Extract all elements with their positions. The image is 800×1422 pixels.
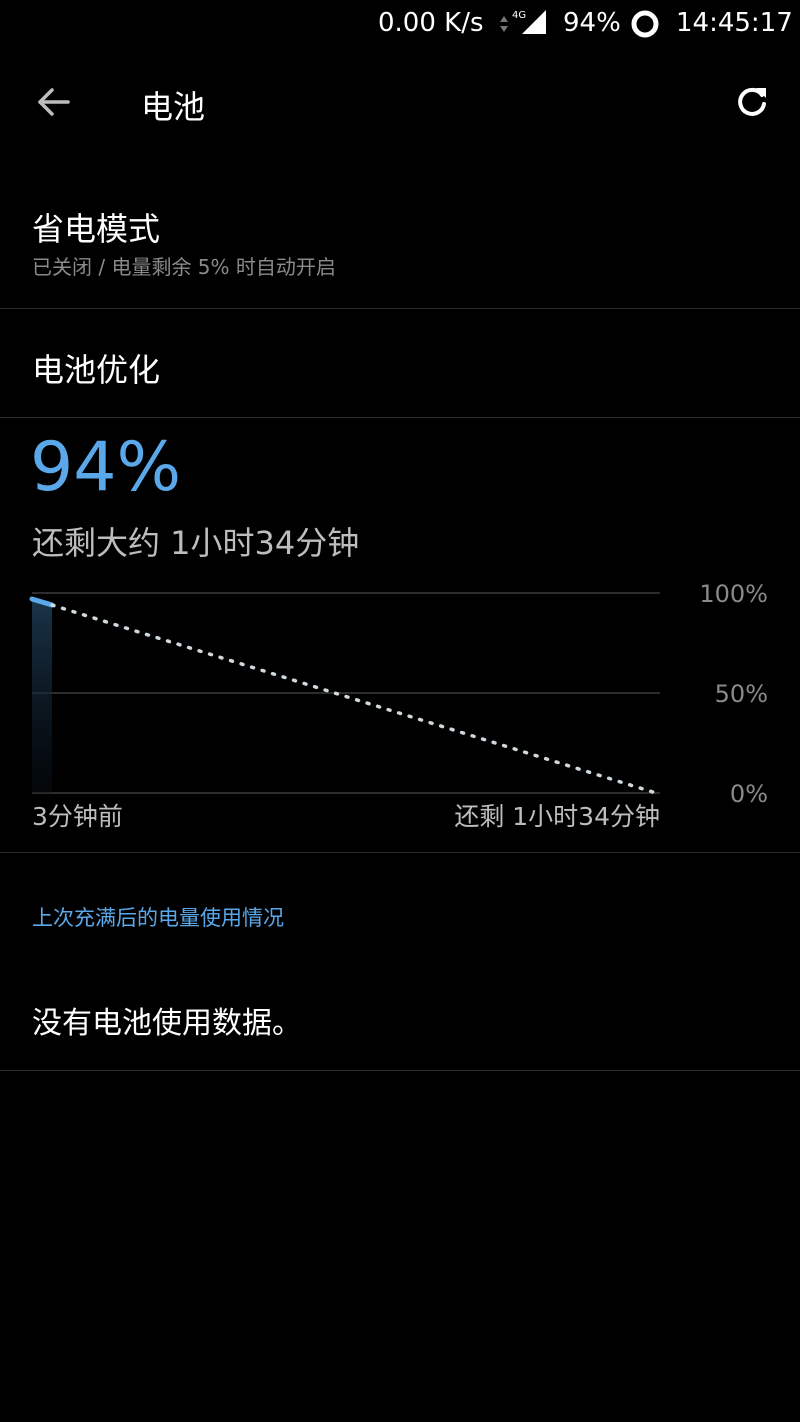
battery-history-chart: 100% 50% 0% 3分钟前 还剩 1小时34分钟 — [0, 578, 800, 831]
data-arrows-icon — [500, 16, 508, 32]
status-time: 14:45:17 — [676, 8, 793, 38]
power-saver-item[interactable]: 省电模式 已关闭 / 电量剩余 5% 时自动开启 — [0, 180, 800, 309]
battery-chart-svg: 100% 50% 0% 3分钟前 还剩 1小时34分钟 — [29, 580, 768, 831]
status-bar: 0.00 K/s 4G 94% 14:45:17 — [0, 0, 800, 48]
history-area — [32, 599, 52, 793]
power-saver-title: 省电模式 — [32, 210, 161, 248]
battery-summary: 94% 还剩大约 1小时34分钟 100% 50% 0% 3分钟前 还剩 1小时34分钟 — [0, 418, 800, 853]
refresh-button[interactable] — [722, 74, 782, 130]
battery-optimization-item[interactable]: 电池优化 — [0, 309, 800, 418]
no-usage-data-item: 没有电池使用数据。 — [0, 964, 800, 1071]
battery-level: 94% — [30, 428, 182, 507]
y-tick-label: 100% — [699, 580, 768, 608]
power-saver-subtitle: 已关闭 / 电量剩余 5% 时自动开启 — [32, 255, 336, 279]
battery-optimization-title: 电池优化 — [32, 351, 161, 389]
refresh-icon — [738, 87, 766, 116]
time-remaining: 还剩大约 1小时34分钟 — [32, 524, 360, 562]
battery-ring-icon — [631, 10, 659, 38]
y-tick-label: 50% — [715, 680, 768, 708]
network-speed: 0.00 K/s — [378, 8, 484, 38]
page-title: 电池 — [141, 88, 206, 126]
signal-icon: 4G — [512, 10, 546, 34]
network-type-label: 4G — [512, 10, 526, 21]
app-bar: 电池 — [0, 48, 800, 158]
y-tick-label: 0% — [730, 780, 768, 808]
no-usage-data-text: 没有电池使用数据。 — [32, 1006, 302, 1041]
status-battery-percent: 94% — [563, 8, 621, 38]
x-end-label: 还剩 1小时34分钟 — [454, 802, 660, 831]
back-button[interactable] — [22, 74, 86, 130]
usage-section-header: 上次充满后的电量使用情况 — [32, 906, 284, 930]
x-start-label: 3分钟前 — [32, 802, 123, 831]
projection-line — [50, 603, 658, 795]
arrow-left-icon — [38, 88, 70, 116]
